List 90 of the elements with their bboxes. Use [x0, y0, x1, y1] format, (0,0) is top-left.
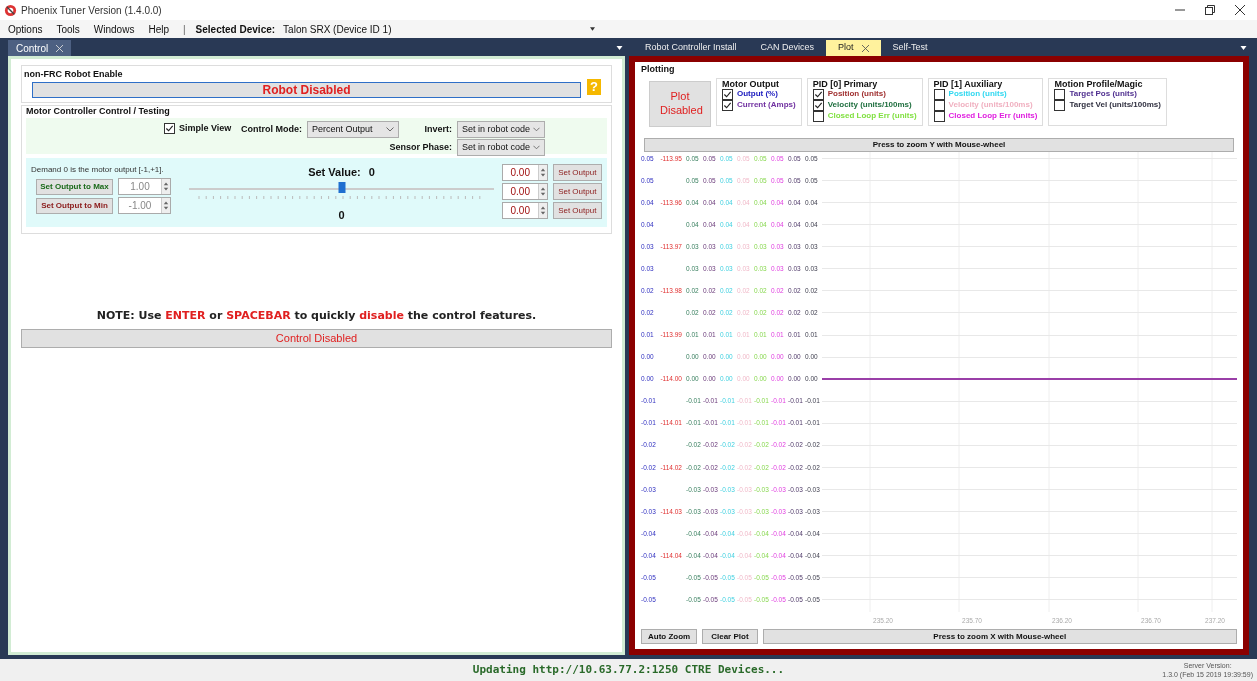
set-value-label: Set Value: — [308, 165, 361, 180]
robot-enable-button[interactable]: Robot Disabled — [32, 81, 581, 98]
checkbox-label: Simple View — [179, 122, 232, 135]
checkbox-label: Velocity (units/100ms) — [827, 99, 912, 111]
checkbox-label: Target Vel (units/100ms) — [1069, 99, 1161, 111]
window-title: Phoenix Tuner Version (1.4.0.0) — [21, 3, 162, 18]
group-title: Motion Profile/Magic — [1054, 78, 1144, 89]
chevron-down-icon — [533, 127, 540, 132]
slider-thumb[interactable] — [338, 181, 345, 193]
checkbox-label: Closed Loop Err (units) — [948, 110, 1038, 122]
spin-box[interactable]: 0.00 — [502, 164, 548, 181]
hint-text: Demand 0 is the motor output [-1,+1]. — [31, 164, 165, 176]
set-output-button[interactable]: Set Output — [552, 164, 602, 181]
dropdown[interactable]: Set in robot code — [457, 139, 545, 156]
zoom-y-button[interactable]: Press to zoom Y with Mouse-wheel — [644, 137, 1234, 152]
checkbox-label: Output (%) — [737, 89, 778, 100]
control-status-bar: Control Disabled — [21, 328, 612, 348]
checkbox-label: Position (units) — [948, 89, 1007, 100]
menu-item[interactable]: Options — [8, 21, 43, 37]
section-title: Motor Controller Control / Testing — [26, 104, 171, 118]
menu-separator: | — [183, 22, 186, 37]
caret-down-icon — [590, 27, 596, 31]
checkbox-label: Target Pos (units) — [1069, 89, 1137, 100]
zoom-x-button[interactable]: Press to zoom X with Mouse-wheel — [762, 629, 1237, 644]
tab[interactable]: Self-Test — [880, 40, 940, 56]
dropdown[interactable]: Set in robot code — [457, 121, 545, 138]
set-output-button[interactable]: Set Output — [552, 183, 602, 200]
spin-box[interactable]: -1.00 — [118, 197, 171, 214]
close-icon — [1235, 5, 1245, 15]
set-max-button[interactable]: Set Output to Max — [36, 178, 113, 195]
simple-view-checkbox[interactable] — [164, 123, 175, 135]
group-title: PID [0] Primary — [812, 78, 879, 89]
spin-box[interactable]: 0.00 — [502, 202, 548, 219]
spinner-arrows-icon — [537, 203, 547, 218]
spin-box[interactable]: 0.00 — [502, 183, 548, 200]
device-label: Selected Device: — [195, 22, 276, 37]
checkbox[interactable] — [722, 99, 733, 111]
close-icon — [56, 44, 64, 52]
checkbox[interactable] — [933, 99, 945, 111]
checkbox-label: Current (Amps) — [737, 99, 796, 111]
caret-down-icon — [616, 46, 623, 50]
checkbox[interactable] — [1054, 99, 1066, 111]
checkbox[interactable] — [812, 99, 824, 111]
checkbox-label: Closed Loop Err (units) — [827, 110, 917, 122]
tab[interactable]: Plot — [826, 40, 881, 56]
clear-plot-button[interactable]: Clear Plot — [702, 629, 758, 644]
group-title: PID [1] Auxiliary — [933, 78, 1004, 89]
section-title: Plotting — [641, 63, 676, 76]
close-icon — [861, 44, 869, 52]
tab[interactable]: Robot Controller Install — [633, 40, 749, 56]
chevron-down-icon — [386, 127, 394, 132]
checkbox[interactable] — [812, 110, 824, 122]
restore-icon — [1205, 5, 1215, 15]
checkbox[interactable] — [812, 88, 824, 100]
chevron-down-icon — [533, 145, 540, 150]
status-message: Updating http://10.63.77.2:1250 CTRE Devices... — [472, 661, 785, 678]
slider-reading: 0 — [338, 207, 345, 223]
tab[interactable]: Control — [8, 40, 72, 56]
menu-item[interactable]: Windows — [93, 21, 135, 37]
field-label: Control Mode: — [241, 122, 302, 136]
device-dropdown[interactable]: Talon SRX (Device ID 1) — [279, 21, 600, 37]
group-title: Motor Output — [722, 78, 780, 89]
check-icon — [165, 124, 174, 134]
checkbox[interactable] — [933, 88, 945, 100]
dropdown[interactable]: Percent Output — [307, 121, 399, 138]
checkbox[interactable] — [933, 110, 945, 122]
spinner-arrows-icon — [161, 198, 170, 213]
auto-zoom-button[interactable]: Auto Zoom — [641, 629, 698, 644]
field-label: Sensor Phase: — [389, 140, 452, 154]
checkbox[interactable] — [1054, 88, 1066, 100]
checkbox-label: Position (units) — [827, 89, 886, 100]
caret-down-icon — [1240, 46, 1247, 50]
spinner-arrows-icon — [537, 165, 547, 180]
field-label: Invert: — [424, 122, 452, 136]
set-output-button[interactable]: Set Output — [552, 202, 602, 219]
spin-box[interactable]: 1.00 — [118, 178, 171, 195]
note-text: NOTE: Use ENTER or SPACEBAR to quickly disable the control features. — [95, 308, 538, 324]
tab[interactable]: CAN Devices — [748, 40, 827, 56]
section-title: non-FRC Robot Enable — [24, 68, 124, 81]
spinner-arrows-icon — [161, 179, 170, 194]
app-logo-icon — [4, 3, 17, 17]
set-min-button[interactable]: Set Output to Min — [36, 197, 113, 214]
checkbox-label: Velocity (units/100ms) — [948, 99, 1033, 111]
set-value: 0 — [368, 165, 375, 180]
menu-item[interactable]: Help — [148, 21, 169, 37]
slider[interactable] — [189, 181, 494, 196]
checkbox[interactable] — [722, 88, 733, 100]
menu-item[interactable]: Tools — [56, 21, 80, 37]
spinner-arrows-icon — [537, 184, 547, 199]
plot-toggle-button[interactable]: Plot Disabled — [649, 80, 711, 127]
